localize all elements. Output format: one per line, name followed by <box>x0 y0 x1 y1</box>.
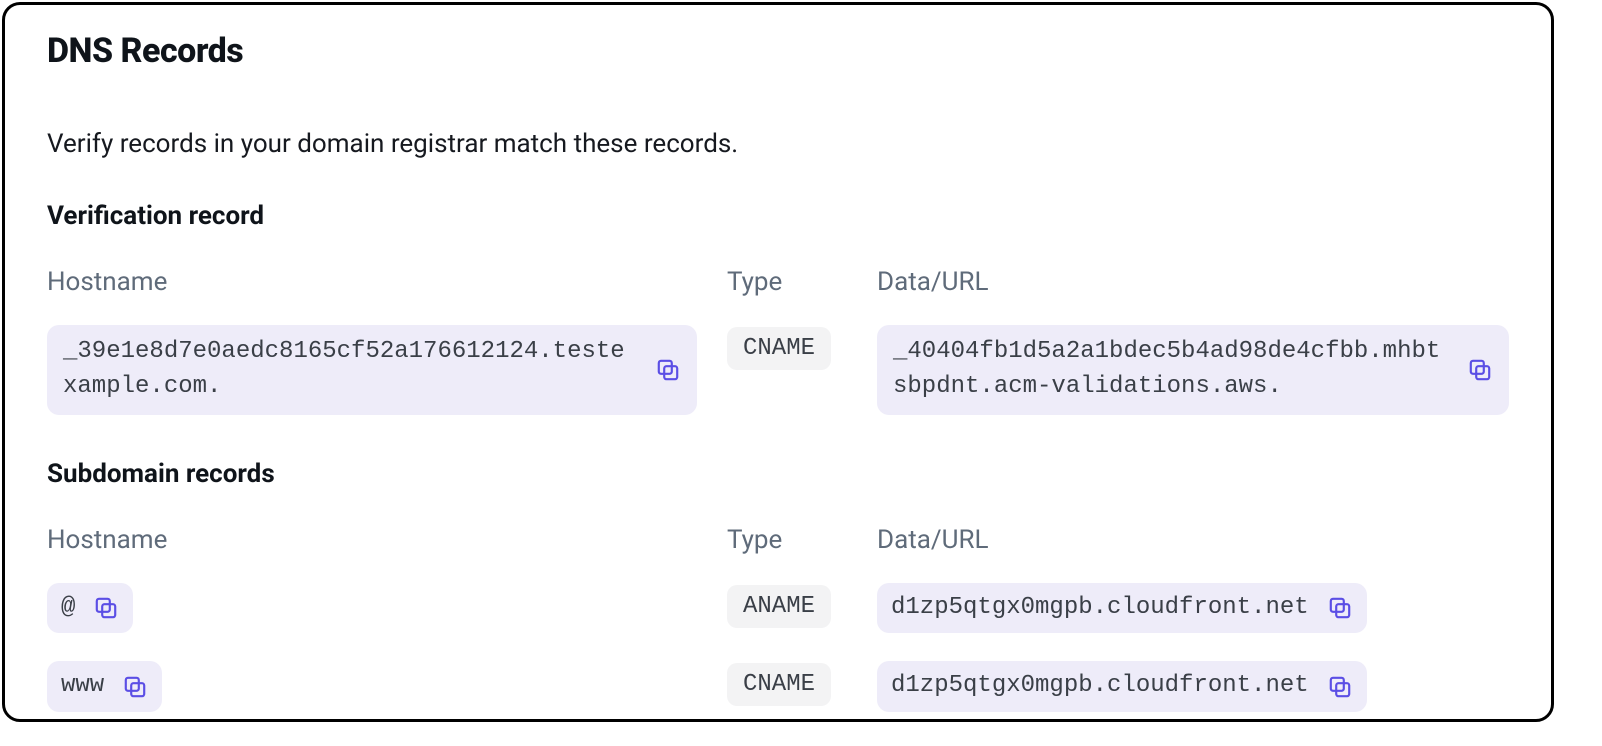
col-type-label: Type <box>727 525 877 555</box>
copy-subdomain-data-button[interactable] <box>1327 674 1353 700</box>
copy-subdomain-hostname-button[interactable] <box>93 595 119 621</box>
copy-subdomain-hostname-button[interactable] <box>122 674 148 700</box>
page-description: Verify records in your domain registrar … <box>47 129 1509 159</box>
subdomain-hostname-value: @ <box>61 591 75 626</box>
copy-verification-data-button[interactable] <box>1467 357 1493 383</box>
col-data-label: Data/URL <box>877 267 1509 297</box>
col-hostname-label: Hostname <box>47 267 727 297</box>
dns-records-panel: DNS Records Verify records in your domai… <box>2 2 1554 722</box>
subdomain-hostname-pill: www <box>47 661 162 712</box>
subdomain-data-pill: d1zp5qtgx0mgpb.cloudfront.net <box>877 661 1367 712</box>
copy-icon <box>1467 357 1493 383</box>
subdomain-type-badge: ANAME <box>727 585 831 628</box>
verification-header-row: Hostname Type Data/URL <box>47 267 1509 297</box>
verification-data-value: _40404fb1d5a2a1bdec5b4ad98de4cfbb.mhbtsb… <box>893 335 1449 405</box>
subdomain-hostname-pill: @ <box>47 583 133 634</box>
copy-icon <box>1327 674 1353 700</box>
subdomain-heading: Subdomain records <box>47 459 1509 489</box>
subdomain-record-row: www CNAME d1zp5qtgx0mgpb.cloudfront.net <box>47 661 1509 712</box>
subdomain-data-value: d1zp5qtgx0mgpb.cloudfront.net <box>891 591 1309 626</box>
copy-icon <box>655 357 681 383</box>
verification-record-row: _39e1e8d7e0aedc8165cf52a176612124.testex… <box>47 325 1509 415</box>
col-hostname-label: Hostname <box>47 525 727 555</box>
col-type-label: Type <box>727 267 877 297</box>
copy-verification-hostname-button[interactable] <box>655 357 681 383</box>
verification-hostname-pill: _39e1e8d7e0aedc8165cf52a176612124.testex… <box>47 325 697 415</box>
col-data-label: Data/URL <box>877 525 1509 555</box>
verification-type-badge: CNAME <box>727 327 831 370</box>
subdomain-data-value: d1zp5qtgx0mgpb.cloudfront.net <box>891 669 1309 704</box>
verification-hostname-value: _39e1e8d7e0aedc8165cf52a176612124.testex… <box>63 335 637 405</box>
subdomain-header-row: Hostname Type Data/URL <box>47 525 1509 555</box>
subdomain-hostname-value: www <box>61 669 104 704</box>
copy-icon <box>93 595 119 621</box>
copy-subdomain-data-button[interactable] <box>1327 595 1353 621</box>
verification-heading: Verification record <box>47 201 1509 231</box>
subdomain-type-badge: CNAME <box>727 663 831 706</box>
subdomain-data-pill: d1zp5qtgx0mgpb.cloudfront.net <box>877 583 1367 634</box>
copy-icon <box>122 674 148 700</box>
subdomain-record-row: @ ANAME d1zp5qtgx0mgpb.cloudfront.net <box>47 583 1509 634</box>
verification-data-pill: _40404fb1d5a2a1bdec5b4ad98de4cfbb.mhbtsb… <box>877 325 1509 415</box>
copy-icon <box>1327 595 1353 621</box>
page-title: DNS Records <box>47 31 1509 71</box>
